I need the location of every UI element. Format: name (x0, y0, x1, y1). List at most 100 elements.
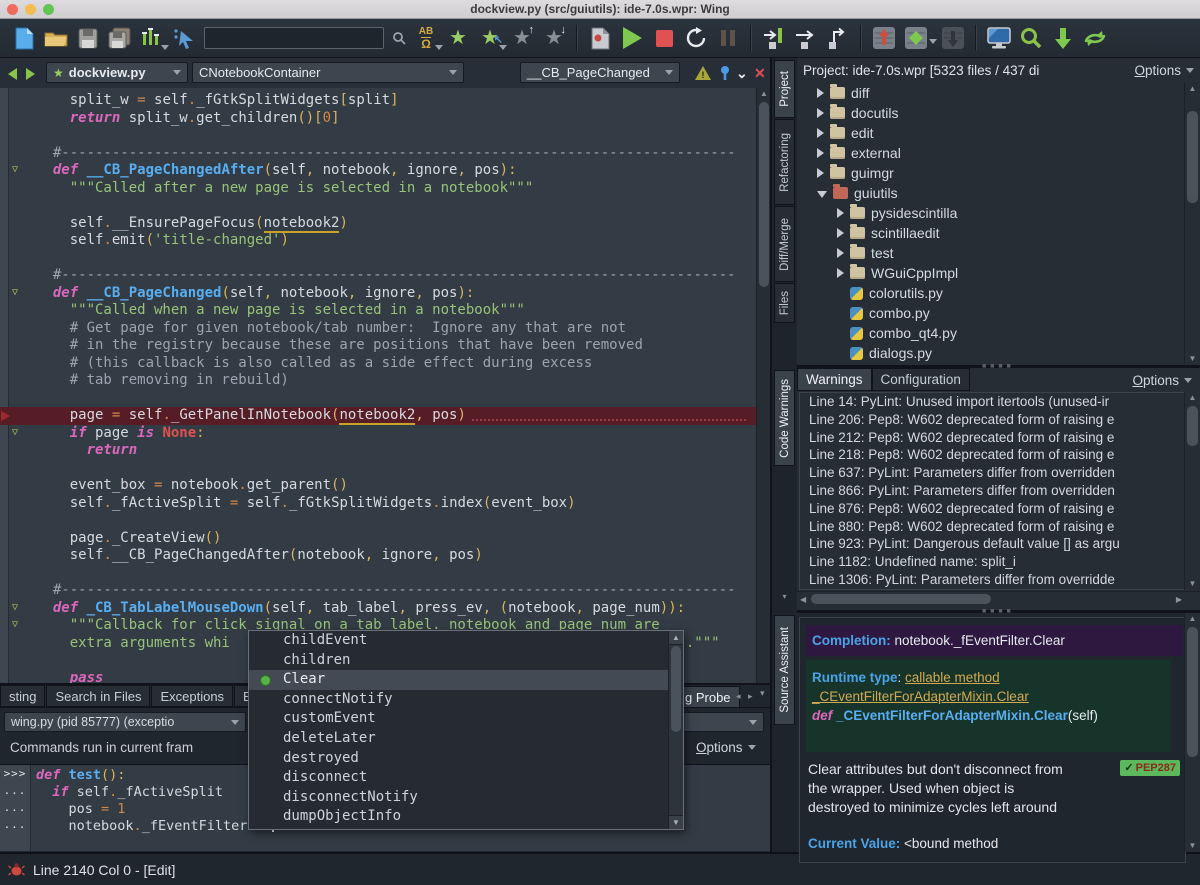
code-line[interactable] (0, 127, 756, 145)
tree-item-docutils[interactable]: docutils (797, 103, 1184, 123)
search-go-icon[interactable] (391, 24, 407, 52)
shell-line[interactable]: if self._fActiveSplit (36, 784, 274, 801)
code-line[interactable]: # Get page for given notebook/tab number… (0, 320, 756, 338)
assistant-scrollbar[interactable]: ▲ ▼ (1184, 613, 1200, 852)
code-line[interactable]: page = self._GetPanelInNotebook(notebook… (0, 407, 756, 425)
python-monitor-icon[interactable] (986, 24, 1012, 52)
completion-item[interactable]: children (249, 651, 669, 671)
expand-icon[interactable] (837, 268, 844, 278)
save-all-icon[interactable] (107, 24, 133, 52)
code-line[interactable]: event_box = notebook.get_parent() (0, 477, 756, 495)
select-pointer-icon[interactable] (171, 24, 197, 52)
code-line[interactable] (0, 197, 756, 215)
tree-item-dialogs.py[interactable]: dialogs.py (797, 343, 1184, 363)
tree-item-WGuiCppImpl[interactable]: WGuiCppImpl (797, 263, 1184, 283)
code-line[interactable]: self.emit('title-changed') (0, 232, 756, 250)
nav-forward-icon[interactable] (26, 68, 35, 80)
expand-icon[interactable] (817, 88, 824, 98)
code-line[interactable]: ▽ def __CB_PageChanged(self, notebook, i… (0, 285, 756, 303)
code-line[interactable] (0, 460, 756, 478)
sync-icon[interactable] (1082, 24, 1108, 52)
popup-scroll-down-icon[interactable]: ▼ (669, 815, 683, 829)
run-icon[interactable] (619, 24, 645, 52)
warnings-scroll-left-icon[interactable]: ◀ (800, 595, 806, 604)
open-folder-icon[interactable] (43, 24, 69, 52)
bookmark-pin-icon[interactable] (718, 65, 732, 81)
fold-marker-icon[interactable]: ▽ (12, 163, 18, 177)
warning-item[interactable]: Line 1182: Undefined name: split_i (800, 553, 1185, 571)
file-selector[interactable]: ★ dockview.py (46, 62, 188, 83)
code-line[interactable]: return split_w.get_children()[0] (0, 110, 756, 128)
code-line[interactable]: """Called after a new page is selected i… (0, 180, 756, 198)
warning-item[interactable]: Line 876: Pep8: W602 deprecated form of … (800, 500, 1185, 518)
code-line[interactable]: #---------------------------------------… (0, 145, 756, 163)
class-selector[interactable]: CNotebookContainer (192, 62, 464, 83)
code-line[interactable] (0, 250, 756, 268)
code-line[interactable]: ▽ def _CB_TabLabelMouseDown(self, tab_la… (0, 600, 756, 618)
tab-list-dropdown-icon[interactable]: ▾ (760, 688, 765, 699)
collapse-icon[interactable] (817, 191, 827, 198)
warning-item[interactable]: Line 880: Pep8: W602 deprecated form of … (800, 518, 1185, 536)
tab-configuration[interactable]: Configuration (872, 368, 970, 391)
symbol-index-icon[interactable]: AB Ω (413, 24, 439, 52)
warnings-indicator-icon[interactable]: ! (695, 66, 711, 80)
code-line[interactable] (0, 512, 756, 530)
goto-selected-icon[interactable] (1050, 24, 1076, 52)
code-line[interactable] (0, 390, 756, 408)
fold-marker-icon[interactable]: ▽ (12, 426, 18, 440)
assistant-scroll-up-icon[interactable]: ▲ (1185, 613, 1200, 625)
expand-icon[interactable] (817, 108, 824, 118)
warnings-scroll-down-icon[interactable]: ▼ (1185, 578, 1200, 590)
pause-icon[interactable] (715, 24, 741, 52)
prev-bookmark-icon[interactable]: ★ ↑ (509, 24, 535, 52)
warnings-scroll-up-icon[interactable]: ▲ (1185, 392, 1200, 404)
warnings-options-button[interactable]: Options (1132, 373, 1192, 388)
code-line[interactable]: """Called when a new page is selected in… (0, 302, 756, 320)
tree-item-guiutils[interactable]: guiutils (797, 183, 1184, 203)
project-options-button[interactable]: Options (1134, 63, 1194, 78)
nav-back-icon[interactable] (8, 68, 17, 80)
vtab-diff-merge[interactable]: Diff/Merge (774, 206, 795, 282)
next-bookmark-icon[interactable]: ★ ↓ (541, 24, 567, 52)
code-line[interactable] (0, 565, 756, 583)
code-line[interactable]: #---------------------------------------… (0, 582, 756, 600)
goto-bookmark-icon[interactable]: ★ ↖ (477, 24, 503, 52)
project-scroll-up-icon[interactable]: ▲ (1185, 83, 1200, 95)
warning-item[interactable]: Line 637: PyLint: Parameters differ from… (800, 464, 1185, 482)
warning-item[interactable]: Line 14: PyLint: Unused import itertools… (800, 393, 1185, 411)
close-icon[interactable]: ✕ (754, 65, 766, 82)
step-over-icon[interactable] (793, 24, 819, 52)
project-scrollbar[interactable]: ▲ ▼ (1184, 83, 1200, 365)
scroll-up-icon[interactable]: ▲ (757, 88, 771, 100)
tree-item-pysidescintilla[interactable]: pysidescintilla (797, 203, 1184, 223)
expand-icon[interactable] (817, 148, 824, 158)
up-stack-icon[interactable] (871, 24, 897, 52)
new-file-icon[interactable] (11, 24, 37, 52)
tab-scroll-left-icon[interactable]: ◂ (736, 691, 741, 702)
tree-item-combo_qt4.py[interactable]: combo_qt4.py (797, 323, 1184, 343)
vtab-code-warnings[interactable]: Code Warnings (774, 370, 795, 466)
step-into-icon[interactable] (761, 24, 787, 52)
shell-line[interactable]: notebook._fEventFilter.Cl (36, 818, 274, 835)
tab-exceptions[interactable]: Exceptions (151, 685, 233, 707)
step-out-icon[interactable] (825, 24, 851, 52)
expand-icon[interactable] (837, 208, 844, 218)
tree-item-combo.py[interactable]: combo.py (797, 303, 1184, 323)
tab-scroll-right-icon[interactable]: ▸ (748, 691, 753, 702)
shell-line[interactable]: def test(): (36, 767, 274, 784)
stop-icon[interactable] (651, 24, 677, 52)
vtab-project[interactable]: Project (774, 60, 795, 118)
code-line[interactable]: ▽ def __CB_PageChangedAfter(self, notebo… (0, 162, 756, 180)
warnings-hscrollbar[interactable]: ◀ ▶ (797, 591, 1200, 607)
completion-item[interactable]: childEvent (249, 631, 669, 651)
warnings-scroll-right-icon[interactable]: ▶ (1176, 595, 1182, 604)
completion-item[interactable]: connectNotify (249, 690, 669, 710)
warnings-scrollbar[interactable]: ▲ ▼ (1184, 392, 1200, 590)
tab-sting[interactable]: sting (0, 685, 45, 707)
vtab-source-assistant[interactable]: Source Assistant (774, 615, 795, 725)
completion-item[interactable]: disconnect (249, 768, 669, 788)
code-line[interactable]: self.__CB_PageChangedAfter(notebook, ign… (0, 547, 756, 565)
search-code-icon[interactable] (1018, 24, 1044, 52)
debug-file-icon[interactable] (587, 24, 613, 52)
vtab-dropdown-icon2[interactable]: ▾ (772, 592, 797, 601)
